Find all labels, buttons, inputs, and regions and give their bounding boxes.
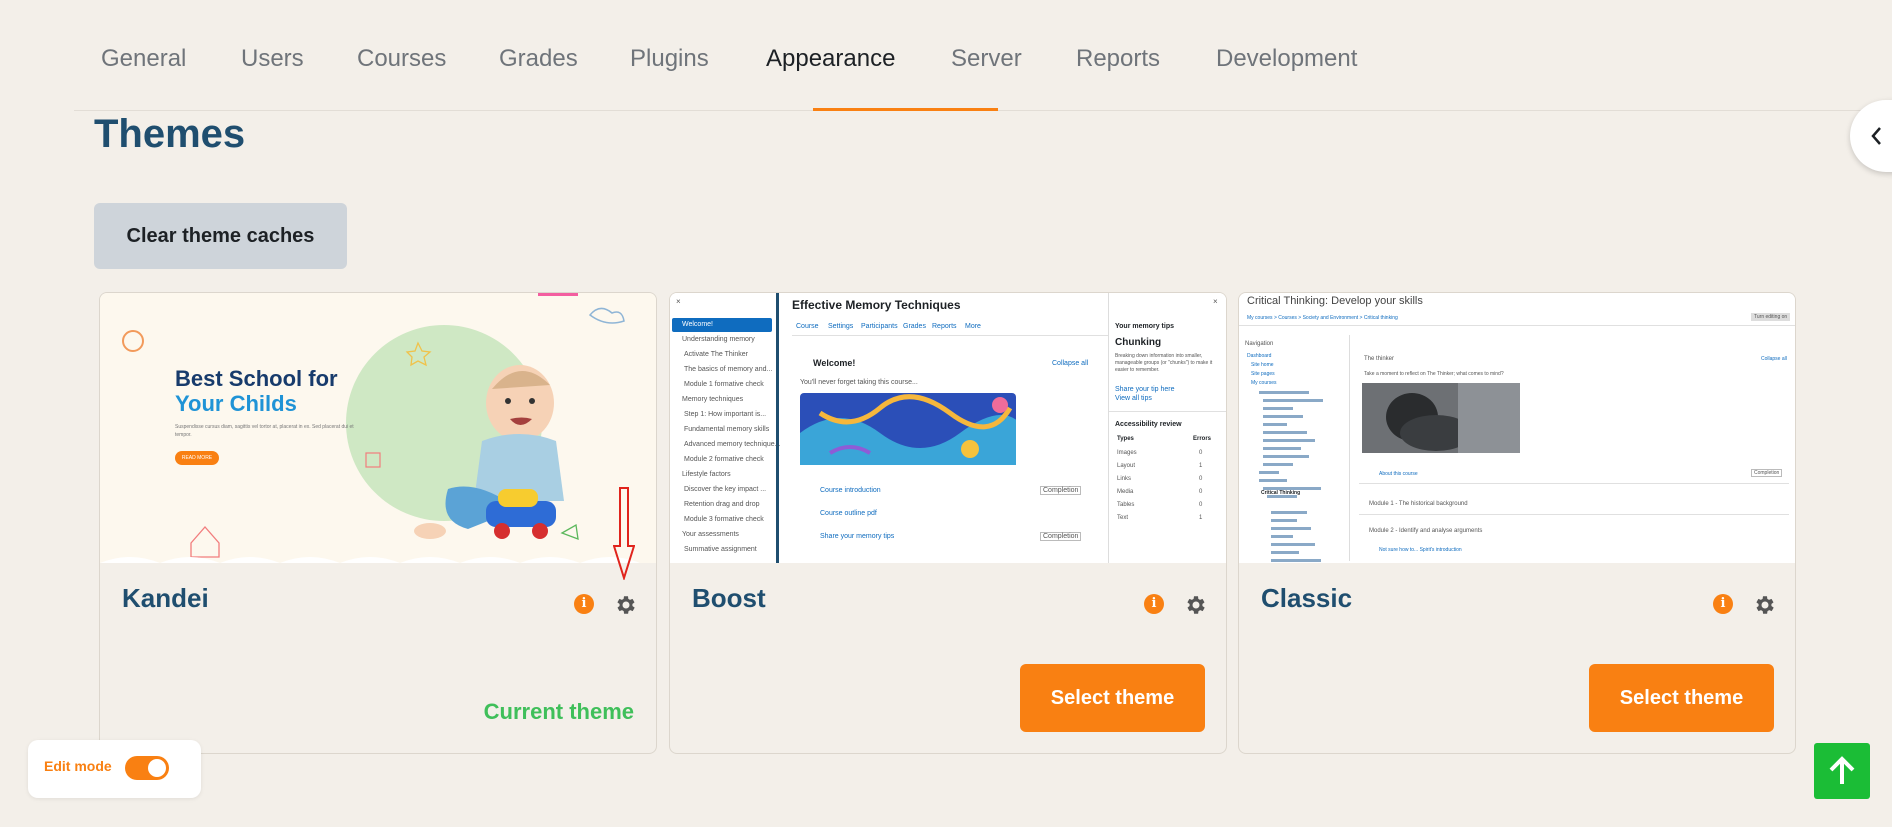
edit-mode-label: Edit mode xyxy=(44,758,112,774)
nav-courses[interactable]: Courses xyxy=(357,0,446,111)
nav-grades[interactable]: Grades xyxy=(499,0,578,111)
theme-name: Kandei xyxy=(122,583,209,613)
boost-preview-nav: × Welcome! Understanding memory Activate… xyxy=(670,293,781,563)
classic-preview-image xyxy=(1362,383,1520,453)
theme-preview-boost[interactable]: × Welcome! Understanding memory Activate… xyxy=(670,293,1226,563)
page-title: Themes xyxy=(94,112,246,156)
nav-server[interactable]: Server xyxy=(951,0,1022,111)
select-theme-button[interactable]: Select theme xyxy=(1020,664,1205,732)
gear-icon[interactable] xyxy=(1752,593,1776,617)
select-theme-button[interactable]: Select theme xyxy=(1589,664,1774,732)
theme-card-kandei: Best School for Your Childs Suspendisse … xyxy=(99,292,657,754)
boost-preview-drawer: × Your memory tips Chunking Breaking dow… xyxy=(1108,293,1226,563)
primary-navigation: General Users Courses Grades Plugins App… xyxy=(74,0,1892,111)
theme-card-boost: × Welcome! Understanding memory Activate… xyxy=(669,292,1227,754)
nav-reports[interactable]: Reports xyxy=(1076,0,1160,111)
info-icon[interactable]: i xyxy=(574,594,594,614)
nav-users[interactable]: Users xyxy=(241,0,304,111)
clear-theme-caches-button[interactable]: Clear theme caches xyxy=(94,203,347,269)
classic-preview-title: Critical Thinking: Develop your skills xyxy=(1247,295,1423,307)
edit-mode-switch: Edit mode xyxy=(28,740,201,798)
theme-card-classic: Critical Thinking: Develop your skills M… xyxy=(1238,292,1796,754)
classic-preview-nav: Navigation Dashboard Site home Site page… xyxy=(1241,335,1350,562)
close-icon: × xyxy=(676,297,681,306)
info-icon[interactable]: i xyxy=(1713,594,1733,614)
kandei-preview-body: Suspendisse cursus diam, sagittis vel to… xyxy=(175,424,354,438)
boost-preview-banner xyxy=(800,393,1016,465)
kandei-preview-heading-1: Best School for xyxy=(175,366,338,391)
theme-preview-kandei[interactable]: Best School for Your Childs Suspendisse … xyxy=(100,293,656,563)
arrow-up-icon xyxy=(1829,756,1855,784)
nav-appearance[interactable]: Appearance xyxy=(766,0,895,111)
nav-plugins[interactable]: Plugins xyxy=(630,0,709,111)
current-theme-label: Current theme xyxy=(483,699,634,724)
kandei-preview-heading-2: Your Childs xyxy=(175,391,297,416)
active-tab-indicator xyxy=(813,108,998,111)
nav-development[interactable]: Development xyxy=(1216,0,1357,111)
back-to-top-button[interactable] xyxy=(1814,743,1870,799)
theme-preview-classic[interactable]: Critical Thinking: Develop your skills M… xyxy=(1239,293,1795,563)
nav-general[interactable]: General xyxy=(101,0,186,111)
chevron-left-icon xyxy=(1871,127,1881,145)
edit-mode-toggle[interactable] xyxy=(125,756,169,780)
theme-name: Boost xyxy=(692,583,766,613)
theme-name: Classic xyxy=(1261,583,1353,613)
info-icon[interactable]: i xyxy=(1144,594,1164,614)
toggle-knob xyxy=(148,759,166,777)
gear-icon[interactable] xyxy=(613,593,637,617)
red-annotation-arrow-icon xyxy=(613,487,635,580)
boost-preview-title: Effective Memory Techniques xyxy=(792,298,961,312)
kandei-preview-button: READ MORE xyxy=(175,451,219,465)
gear-icon[interactable] xyxy=(1183,593,1207,617)
